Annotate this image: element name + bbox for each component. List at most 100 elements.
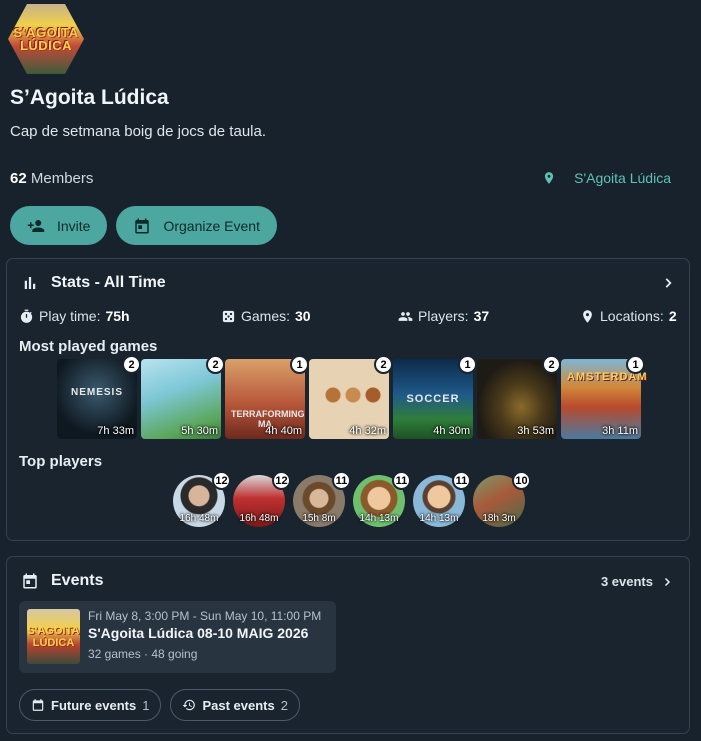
play-count-badge: 2 (374, 355, 393, 374)
location-link[interactable]: S'Agoita Lúdica (542, 170, 671, 186)
invite-button[interactable]: Invite (10, 206, 108, 245)
events-header: Events (21, 572, 103, 590)
player-count-badge: 12 (272, 471, 291, 490)
organize-event-button[interactable]: Organize Event (116, 206, 277, 245)
stat-games: Games: 30 (221, 308, 311, 324)
players-value: 37 (473, 308, 490, 324)
location-label: S'Agoita Lúdica (574, 170, 671, 186)
game-cover-label: AMSTERDAM (567, 371, 648, 383)
locations-label: Locations: (600, 308, 664, 324)
play-count-badge: 1 (290, 355, 309, 374)
action-buttons: Invite Organize Event (10, 206, 277, 245)
top-players-title: Top players (19, 453, 103, 470)
player-play-time: 15h 8m (302, 513, 336, 524)
player-avatar[interactable]: 12 16h 48m (173, 471, 231, 527)
game-card-nemesis[interactable]: NEMESIS 2 7h 33m (57, 355, 141, 439)
play-count-badge: 2 (542, 355, 561, 374)
group-icon (398, 311, 413, 321)
history-icon (183, 699, 196, 711)
game-cover-label: SOCCER (406, 393, 460, 405)
player-avatar[interactable]: 11 14h 13m (353, 471, 411, 527)
chevron-right-icon[interactable] (661, 276, 675, 290)
stats-title: Stats - All Time (51, 274, 166, 291)
player-count-badge: 12 (212, 471, 231, 490)
play-count-badge: 1 (458, 355, 477, 374)
bar-chart-icon (24, 277, 36, 289)
group-title: S’Agoita Lúdica (10, 86, 169, 109)
games-label: Games: (241, 308, 291, 324)
game-cover-label: NEMESIS (70, 387, 123, 398)
game-play-time: 3h 53m (517, 425, 554, 437)
top-players: 12 16h 48m 12 16h 48m 11 15h 8m 11 14h 1… (173, 471, 531, 527)
game-card-terraforming[interactable]: TERRAFORMING MA 1 4h 40m (225, 355, 309, 439)
invite-label: Invite (57, 217, 91, 234)
game-play-time: 3h 11m (602, 425, 638, 437)
player-count-badge: 11 (392, 471, 411, 490)
event-thumb-text-2: LÚDICA (32, 636, 75, 649)
game-play-time: 4h 32m (349, 425, 386, 437)
organize-event-label: Organize Event (163, 217, 260, 234)
play-count-badge: 1 (626, 355, 645, 374)
stats-card[interactable]: Stats - All Time Play time: 75h Games: 3… (6, 258, 690, 541)
games-value: 30 (295, 308, 311, 324)
members-count[interactable]: 62 Members (10, 170, 93, 187)
game-play-time: 5h 30m (181, 425, 218, 437)
player-avatar[interactable]: 11 15h 8m (293, 471, 351, 527)
play-time-label: Play time: (39, 308, 101, 324)
members-label: Members (30, 170, 94, 187)
person-add-icon (27, 219, 45, 232)
player-play-time: 14h 13m (419, 513, 459, 524)
dice-icon (222, 310, 235, 322)
game-play-time: 7h 33m (97, 425, 134, 437)
event-thumb-text-1: S'AGOITA (27, 624, 80, 637)
game-card[interactable]: 2 3h 53m (477, 355, 561, 439)
future-events-label: Future events (51, 697, 137, 713)
player-play-time: 16h 48m (179, 513, 219, 524)
game-card-soccer[interactable]: SOCCER 1 4h 30m (393, 355, 477, 439)
group-description: Cap de setmana boig de jocs de taula. (10, 123, 267, 140)
most-played-games: NEMESIS 2 7h 33m 2 5h 30m TERRAFORMING M… (57, 355, 648, 439)
player-play-time: 16h 48m (239, 513, 279, 524)
game-play-time: 4h 40m (265, 425, 302, 437)
player-count-badge: 11 (452, 471, 471, 490)
events-title: Events (51, 572, 104, 589)
map-pin-icon (545, 172, 554, 184)
past-events-label: Past events (202, 697, 275, 713)
player-avatar[interactable]: 12 16h 48m (233, 471, 291, 527)
event-thumbnail: S'AGOITA LÚDICA (27, 609, 80, 664)
game-card[interactable]: 2 5h 30m (141, 355, 225, 439)
chevron-right-icon (664, 577, 671, 586)
members-number: 62 (10, 170, 27, 187)
stat-play-time: Play time: 75h (19, 308, 130, 324)
event-name: S'Agoita Lúdica 08-10 MAIG 2026 (88, 625, 309, 641)
player-avatar[interactable]: 10 18h 3m (473, 471, 531, 527)
event-meta: 32 games · 48 going (88, 647, 198, 661)
game-card-amsterdam[interactable]: AMSTERDAM 1 3h 11m (561, 355, 648, 439)
game-card[interactable]: 2 4h 32m (309, 355, 393, 439)
player-count-badge: 10 (512, 471, 531, 490)
calendar-icon (32, 699, 44, 711)
stopwatch-icon (20, 309, 33, 323)
events-count-link[interactable]: 3 events (601, 574, 673, 589)
events-count-label: 3 events (600, 574, 653, 589)
play-time-value: 75h (105, 308, 130, 324)
stat-players: Players: 37 (398, 308, 489, 324)
event-item[interactable]: S'AGOITA LÚDICA Fri May 8, 3:00 PM - Sun… (19, 601, 336, 673)
event-date: Fri May 8, 3:00 PM - Sun May 10, 11:00 P… (88, 609, 322, 623)
player-play-time: 14h 13m (359, 513, 399, 524)
most-played-title: Most played games (19, 338, 158, 355)
calendar-icon (23, 573, 37, 589)
stat-locations: Locations: 2 (580, 308, 677, 324)
player-play-time: 18h 3m (482, 513, 516, 524)
game-play-time: 4h 30m (433, 425, 470, 437)
logo-text-line-2: LÚDICA (19, 38, 73, 53)
player-avatar[interactable]: 11 14h 13m (413, 471, 471, 527)
player-count-badge: 11 (332, 471, 351, 490)
stats-header: Stats - All Time (21, 274, 166, 292)
play-count-badge: 2 (122, 355, 141, 374)
calendar-icon (135, 218, 150, 233)
map-pin-icon (583, 309, 592, 323)
locations-value: 2 (668, 308, 677, 324)
future-events-chip[interactable]: Future events 1 (19, 689, 162, 721)
past-events-chip[interactable]: Past events 2 (170, 689, 300, 721)
